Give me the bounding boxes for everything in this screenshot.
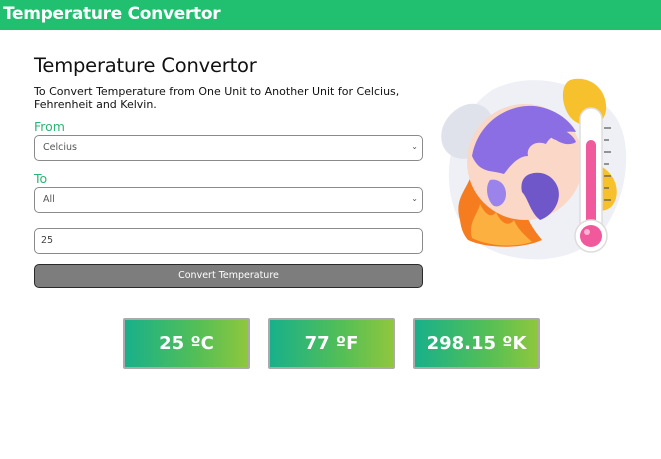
- to-select-value: All: [43, 194, 55, 205]
- from-select-value: Celcius: [43, 142, 77, 153]
- celsius-result: 25 ºC: [123, 318, 250, 369]
- page-description: To Convert Temperature from One Unit to …: [34, 85, 400, 111]
- chevron-down-icon: ⌄: [411, 142, 418, 151]
- globe-thermometer-fire-illustration: [441, 78, 627, 260]
- brand-title[interactable]: Temperature Convertor: [3, 4, 221, 24]
- top-bar: Temperature Convertor: [0, 0, 661, 30]
- to-select[interactable]: All ⌄: [34, 187, 423, 213]
- kelvin-result: 298.15 ºK: [413, 318, 540, 369]
- from-select[interactable]: Celcius ⌄: [34, 135, 423, 161]
- temperature-input-value: 25: [41, 235, 54, 246]
- to-label: To: [34, 171, 48, 186]
- fahrenheit-result: 77 ºF: [268, 318, 395, 369]
- from-label: From: [34, 119, 65, 134]
- temperature-input[interactable]: 25: [34, 228, 423, 254]
- chevron-down-icon: ⌄: [411, 194, 418, 203]
- page-title: Temperature Convertor: [34, 54, 257, 77]
- convert-temperature-button[interactable]: Convert Temperature: [34, 264, 423, 288]
